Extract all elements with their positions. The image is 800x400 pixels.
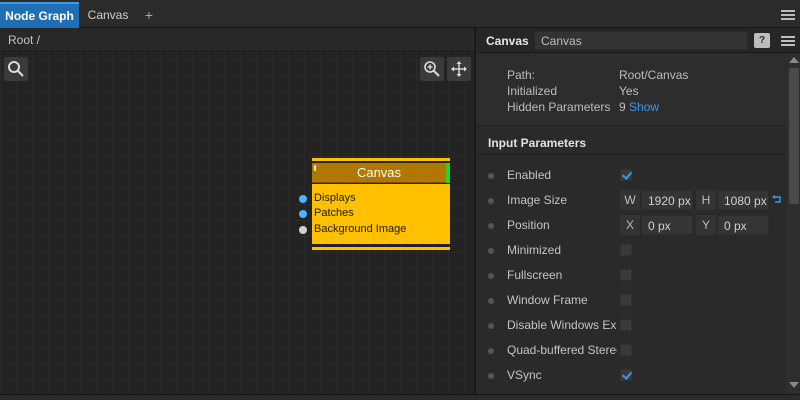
section-title: Input Parameters <box>488 136 587 150</box>
param-bullet-icon <box>488 273 494 279</box>
height-tag: H <box>696 190 716 210</box>
hidden-params-count: 9 <box>619 100 626 114</box>
port-label-patches: Patches <box>314 207 354 219</box>
inspector-panel: Canvas ? Path: Root/Canvas Initialized Y… <box>475 28 800 394</box>
param-bullet-icon <box>488 198 494 204</box>
tab-bar: Node Graph Canvas + <box>0 0 800 28</box>
height-input[interactable]: 1080 px <box>717 190 769 210</box>
param-label: Position <box>507 218 550 232</box>
window-frame-checkbox[interactable] <box>620 294 632 306</box>
port-patches[interactable] <box>299 210 307 218</box>
help-button[interactable]: ? <box>754 33 770 48</box>
port-label-displays: Displays <box>314 192 356 204</box>
x-tag: X <box>620 215 640 235</box>
node-header[interactable]: Canvas <box>312 163 450 183</box>
param-bullet-icon <box>488 348 494 354</box>
info-path-label: Path: <box>507 68 536 82</box>
param-label: Disable Windows Explorer <box>507 318 617 332</box>
node-status-indicator <box>446 163 450 183</box>
info-initialized-label: Initialized <box>507 84 558 98</box>
info-initialized-value: Yes <box>619 84 639 98</box>
move-arrows-icon <box>451 61 467 77</box>
node-bottom-border <box>312 247 450 250</box>
aspect-link-icon[interactable] <box>772 194 782 204</box>
x-input[interactable]: 0 px <box>641 215 693 235</box>
param-bullet-icon <box>488 323 494 329</box>
param-label: VSync <box>507 368 542 382</box>
port-background-image[interactable] <box>299 226 307 234</box>
inspector-title: Canvas <box>486 34 529 48</box>
param-row-image-size: Image Size W 1920 px H 1080 px <box>476 188 786 213</box>
zoom-fit-button[interactable] <box>420 57 444 81</box>
tab-canvas[interactable]: Canvas <box>79 2 137 28</box>
param-label: Fullscreen <box>507 268 563 282</box>
param-label: Quad-buffered Stereo <box>507 343 617 357</box>
node-top-border <box>312 158 450 161</box>
param-row-disable-windows-explorer: Disable Windows Explorer <box>476 313 786 338</box>
breadcrumb-bar: Root / <box>0 28 474 52</box>
param-label: Image Size <box>507 193 568 207</box>
info-hidden-params-label: Hidden Parameters <box>507 100 611 114</box>
param-row-fullscreen: Fullscreen <box>476 263 786 288</box>
hamburger-menu-icon[interactable] <box>781 10 795 20</box>
bottom-strip <box>0 394 800 400</box>
param-row-minimized: Minimized <box>476 238 786 263</box>
tab-node-graph[interactable]: Node Graph <box>0 2 79 28</box>
minimized-checkbox[interactable] <box>620 244 632 256</box>
y-input[interactable]: 0 px <box>717 215 769 235</box>
search-icon <box>8 61 24 77</box>
port-displays[interactable] <box>299 195 307 203</box>
param-label: Window Frame <box>507 293 588 307</box>
inspector-header: Canvas ? <box>476 28 800 53</box>
param-row-position: Position X 0 px Y 0 px <box>476 213 786 238</box>
info-path-value: Root/Canvas <box>619 68 689 82</box>
param-row-vsync: VSync <box>476 363 786 388</box>
param-row-enabled: Enabled <box>476 163 786 188</box>
param-bullet-icon <box>488 248 494 254</box>
breadcrumb[interactable]: Root / <box>8 33 40 47</box>
quad-buffered-stereo-checkbox[interactable] <box>620 344 632 356</box>
param-bullet-icon <box>488 223 494 229</box>
y-tag: Y <box>696 215 716 235</box>
node-title: Canvas <box>356 165 402 180</box>
zoom-in-icon <box>424 61 440 77</box>
param-bullet-icon <box>488 298 494 304</box>
enabled-checkbox[interactable] <box>620 169 632 181</box>
param-row-window-frame: Window Frame <box>476 288 786 313</box>
param-bullet-icon <box>488 373 494 379</box>
param-label: Enabled <box>507 168 552 182</box>
node-name-input[interactable] <box>534 31 748 50</box>
scroll-down-icon[interactable] <box>789 382 799 388</box>
pan-button[interactable] <box>447 57 471 81</box>
node-body: Displays Patches Background Image <box>312 184 450 244</box>
width-input[interactable]: 1920 px <box>641 190 693 210</box>
node-info-block: Path: Root/Canvas Initialized Yes Hidden… <box>476 54 786 126</box>
show-hidden-params-link[interactable]: Show <box>629 100 659 114</box>
inspector-menu-icon[interactable] <box>781 36 795 46</box>
fullscreen-checkbox[interactable] <box>620 269 632 281</box>
param-label: Minimized <box>507 243 562 257</box>
vsync-checkbox[interactable] <box>620 369 632 381</box>
scroll-up-icon[interactable] <box>789 57 799 63</box>
port-label-background-image: Background Image <box>314 223 407 235</box>
disable-windows-explorer-checkbox[interactable] <box>620 319 632 331</box>
scrollbar-thumb[interactable] <box>789 68 799 204</box>
width-tag: W <box>620 190 640 210</box>
canvas-node[interactable]: Canvas Displays Patches Background Image <box>312 158 450 252</box>
add-tab-button[interactable]: + <box>140 2 158 28</box>
param-row-quad-buffered-stereo: Quad-buffered Stereo <box>476 338 786 363</box>
param-bullet-icon <box>488 173 494 179</box>
info-hidden-params-value: 9 Show <box>619 100 659 114</box>
input-parameters-header[interactable]: Input Parameters <box>476 130 786 155</box>
search-button[interactable] <box>4 57 28 81</box>
